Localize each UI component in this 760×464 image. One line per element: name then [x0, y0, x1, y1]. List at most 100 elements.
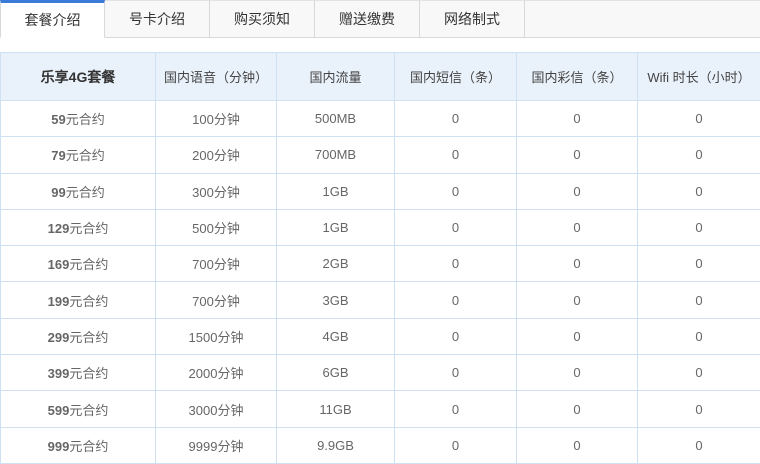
plan-price: 79: [51, 148, 66, 164]
wifi-cell: 0: [637, 99, 760, 138]
plan-price: 169: [47, 257, 70, 273]
data-cell: 4GB: [276, 317, 395, 356]
plan-name-cell: 999元合约: [0, 426, 156, 464]
plan-suffix: 元合约: [69, 293, 109, 309]
wifi-cell: 0: [637, 245, 760, 283]
plan-price: 399: [47, 366, 70, 382]
voice-cell: 9999分钟: [155, 426, 277, 464]
mms-cell: 0: [516, 245, 638, 283]
voice-cell: 300分钟: [155, 172, 277, 210]
plan-price: 129: [47, 221, 70, 237]
tab-sim-intro[interactable]: 号卡介绍: [105, 0, 210, 37]
wifi-cell: 0: [637, 136, 760, 174]
plan-suffix: 元合约: [69, 438, 109, 454]
table-row: 99元合约 300分钟 1GB 0 0 0: [0, 172, 760, 210]
mms-cell: 0: [516, 426, 638, 464]
plan-suffix: 元合约: [69, 257, 109, 273]
data-cell: 700MB: [276, 136, 395, 174]
tab-package-intro[interactable]: 套餐介绍: [0, 0, 105, 38]
mms-cell: 0: [516, 281, 638, 319]
plan-name-cell: 299元合约: [0, 317, 156, 356]
sms-cell: 0: [394, 354, 517, 392]
column-header-sms: 国内短信（条）: [394, 52, 517, 101]
wifi-cell: 0: [637, 390, 760, 428]
tab-bar-filler: [525, 0, 760, 37]
mms-cell: 0: [516, 390, 638, 428]
sms-cell: 0: [394, 281, 517, 319]
voice-cell: 700分钟: [155, 281, 277, 319]
table-row: 599元合约 3000分钟 11GB 0 0 0: [0, 390, 760, 428]
plan-suffix: 元合约: [69, 329, 109, 345]
plan-price: 59: [51, 112, 66, 128]
column-header-voice: 国内语音（分钟）: [155, 52, 277, 101]
voice-cell: 1500分钟: [155, 317, 277, 356]
sms-cell: 0: [394, 136, 517, 174]
plan-suffix: 元合约: [65, 148, 105, 164]
data-cell: 9.9GB: [276, 426, 395, 464]
data-cell: 6GB: [276, 354, 395, 392]
plan-suffix: 元合约: [69, 402, 109, 418]
plan-price: 599: [47, 402, 70, 418]
column-header-wifi: Wifi 时长（小时）: [637, 52, 760, 101]
plan-price: 299: [47, 329, 70, 345]
table-row: 129元合约 500分钟 1GB 0 0 0: [0, 208, 760, 247]
table-row: 999元合约 9999分钟 9.9GB 0 0 0: [0, 426, 760, 464]
tab-gift-payment[interactable]: 赠送缴费: [315, 0, 420, 37]
plan-name-cell: 399元合约: [0, 354, 156, 392]
table-row: 59元合约 100分钟 500MB 0 0 0: [0, 99, 760, 138]
plan-name-cell: 59元合约: [0, 99, 156, 138]
table-row: 79元合约 200分钟 700MB 0 0 0: [0, 136, 760, 174]
plan-price: 999: [47, 438, 70, 454]
sms-cell: 0: [394, 317, 517, 356]
voice-cell: 200分钟: [155, 136, 277, 174]
data-cell: 1GB: [276, 208, 395, 247]
mms-cell: 0: [516, 99, 638, 138]
mms-cell: 0: [516, 208, 638, 247]
plans-table: 乐享4G套餐 国内语音（分钟） 国内流量 国内短信（条） 国内彩信（条） Wif…: [0, 52, 760, 464]
tab-network-standard[interactable]: 网络制式: [420, 0, 525, 37]
column-header-plan: 乐享4G套餐: [0, 52, 156, 101]
plan-suffix: 元合约: [65, 184, 105, 200]
mms-cell: 0: [516, 136, 638, 174]
sms-cell: 0: [394, 99, 517, 138]
wifi-cell: 0: [637, 208, 760, 247]
plan-price: 99: [51, 184, 66, 200]
voice-cell: 500分钟: [155, 208, 277, 247]
voice-cell: 2000分钟: [155, 354, 277, 392]
plan-name-cell: 79元合约: [0, 136, 156, 174]
tab-bar: 套餐介绍 号卡介绍 购买须知 赠送缴费 网络制式: [0, 0, 760, 38]
sms-cell: 0: [394, 208, 517, 247]
tab-purchase-notes[interactable]: 购买须知: [210, 0, 315, 37]
plan-name-cell: 99元合约: [0, 172, 156, 210]
spacer: [0, 38, 760, 52]
plan-suffix: 元合约: [65, 112, 105, 128]
data-cell: 1GB: [276, 172, 395, 210]
plan-name-cell: 599元合约: [0, 390, 156, 428]
wifi-cell: 0: [637, 317, 760, 356]
voice-cell: 3000分钟: [155, 390, 277, 428]
table-header-row: 乐享4G套餐 国内语音（分钟） 国内流量 国内短信（条） 国内彩信（条） Wif…: [0, 52, 760, 101]
table-row: 399元合约 2000分钟 6GB 0 0 0: [0, 354, 760, 392]
voice-cell: 700分钟: [155, 245, 277, 283]
plan-name-cell: 169元合约: [0, 245, 156, 283]
data-cell: 2GB: [276, 245, 395, 283]
mms-cell: 0: [516, 172, 638, 210]
table-row: 169元合约 700分钟 2GB 0 0 0: [0, 245, 760, 283]
data-cell: 500MB: [276, 99, 395, 138]
data-cell: 3GB: [276, 281, 395, 319]
sms-cell: 0: [394, 245, 517, 283]
wifi-cell: 0: [637, 354, 760, 392]
wifi-cell: 0: [637, 281, 760, 319]
wifi-cell: 0: [637, 172, 760, 210]
plan-price: 199: [47, 293, 70, 309]
plan-suffix: 元合约: [69, 366, 109, 382]
plan-detail-panel: 套餐介绍 号卡介绍 购买须知 赠送缴费 网络制式 乐享4G套餐 国内语音（分钟）…: [0, 0, 760, 464]
mms-cell: 0: [516, 354, 638, 392]
plan-name-cell: 199元合约: [0, 281, 156, 319]
plan-name-cell: 129元合约: [0, 208, 156, 247]
voice-cell: 100分钟: [155, 99, 277, 138]
column-header-data: 国内流量: [276, 52, 395, 101]
sms-cell: 0: [394, 390, 517, 428]
column-header-mms: 国内彩信（条）: [516, 52, 638, 101]
wifi-cell: 0: [637, 426, 760, 464]
